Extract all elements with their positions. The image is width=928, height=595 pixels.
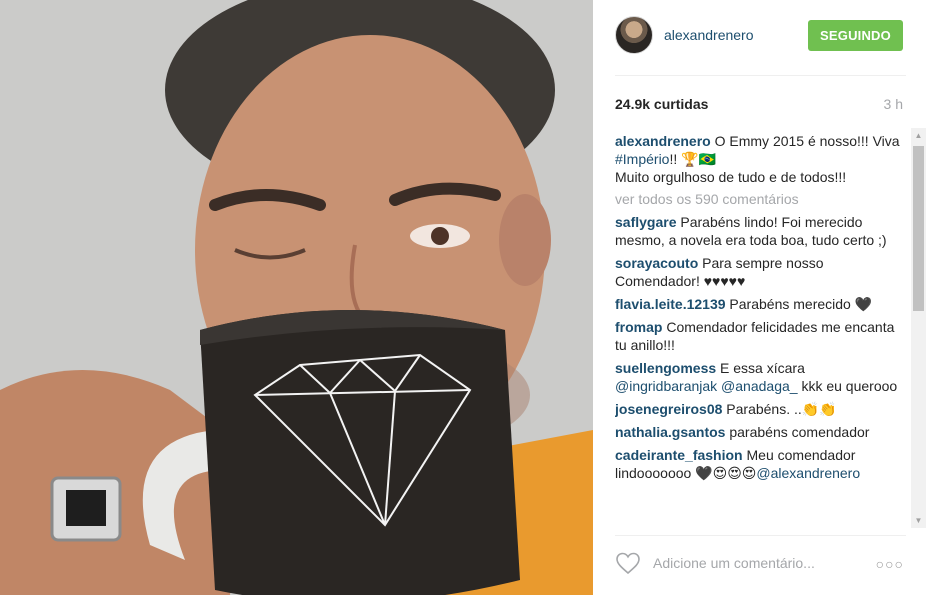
comment-list: alexandrenero O Emmy 2015 é nosso!!! Viv… bbox=[615, 132, 907, 530]
comment: saflygare Parabéns lindo! Foi merecido m… bbox=[615, 213, 907, 249]
add-comment-input[interactable]: Adicione um comentário... bbox=[653, 555, 815, 571]
following-button[interactable]: SEGUINDO bbox=[808, 20, 903, 51]
like-count[interactable]: 24.9k curtidas bbox=[615, 96, 708, 112]
post-photo[interactable] bbox=[0, 0, 593, 595]
comment-text: Parabéns. ..👏👏 bbox=[722, 401, 837, 417]
header-divider bbox=[615, 75, 906, 76]
post-header: alexandrenero SEGUINDO bbox=[593, 0, 928, 75]
avatar[interactable] bbox=[615, 16, 653, 54]
comment-text: parabéns comendador bbox=[725, 424, 870, 440]
comment-text: Parabéns merecido 🖤 bbox=[725, 296, 873, 312]
caption-username[interactable]: alexandrenero bbox=[615, 133, 711, 149]
comment-username[interactable]: flavia.leite.12139 bbox=[615, 296, 726, 312]
scrollbar-thumb[interactable] bbox=[913, 146, 924, 311]
comment-username[interactable]: nathalia.gsantos bbox=[615, 424, 725, 440]
comment: fromap Comendador felicidades me encanta… bbox=[615, 318, 907, 354]
caption-text: O Emmy 2015 é nosso!!! Viva bbox=[710, 133, 900, 149]
comment-username[interactable]: fromap bbox=[615, 319, 662, 335]
heart-icon[interactable] bbox=[615, 551, 641, 575]
comment-text: kkk eu querooo bbox=[797, 378, 898, 394]
comment-username[interactable]: josenegreiros08 bbox=[615, 401, 722, 417]
scroll-up-arrow-icon[interactable]: ▲ bbox=[911, 128, 926, 143]
footer-divider bbox=[615, 535, 906, 536]
comment: sorayacouto Para sempre nosso Comendador… bbox=[615, 254, 907, 290]
comment-mention[interactable]: @alexandrenero bbox=[756, 465, 860, 481]
post-photo-illustration bbox=[0, 0, 593, 595]
comment: josenegreiros08 Parabéns. ..👏👏 bbox=[615, 400, 907, 418]
caption-text-end: !! 🏆🇧🇷 bbox=[669, 151, 717, 167]
comment: cadeirante_fashion Meu comendador lindoo… bbox=[615, 446, 907, 482]
view-all-comments-link[interactable]: ver todos os 590 comentários bbox=[615, 191, 907, 207]
comment-mention[interactable]: @anadaga_ bbox=[721, 378, 798, 394]
post-timestamp[interactable]: 3 h bbox=[884, 96, 903, 112]
caption: alexandrenero O Emmy 2015 é nosso!!! Viv… bbox=[615, 132, 907, 186]
comments-scrollbar[interactable]: ▲ ▼ bbox=[911, 128, 926, 528]
comment-mention[interactable]: @ingridbaranjak bbox=[615, 378, 717, 394]
comment-username[interactable]: sorayacouto bbox=[615, 255, 698, 271]
comment-username[interactable]: saflygare bbox=[615, 214, 676, 230]
comment: nathalia.gsantos parabéns comendador bbox=[615, 423, 907, 441]
comment: suellengomess E essa xícara @ingridbaran… bbox=[615, 359, 907, 395]
post-author-username[interactable]: alexandrenero bbox=[664, 27, 754, 43]
caption-hashtag[interactable]: #Império bbox=[615, 151, 669, 167]
comment-username[interactable]: cadeirante_fashion bbox=[615, 447, 743, 463]
caption-line-2: Muito orgulhoso de tudo e de todos!!! bbox=[615, 169, 847, 185]
comment-text: E essa xícara bbox=[716, 360, 805, 376]
comment-username[interactable]: suellengomess bbox=[615, 360, 716, 376]
post-side-panel: alexandrenero SEGUINDO 24.9k curtidas 3 … bbox=[593, 0, 928, 595]
comment: flavia.leite.12139 Parabéns merecido 🖤 bbox=[615, 295, 907, 313]
more-options-icon[interactable]: ○○○ bbox=[876, 556, 904, 572]
scroll-down-arrow-icon[interactable]: ▼ bbox=[911, 513, 926, 528]
